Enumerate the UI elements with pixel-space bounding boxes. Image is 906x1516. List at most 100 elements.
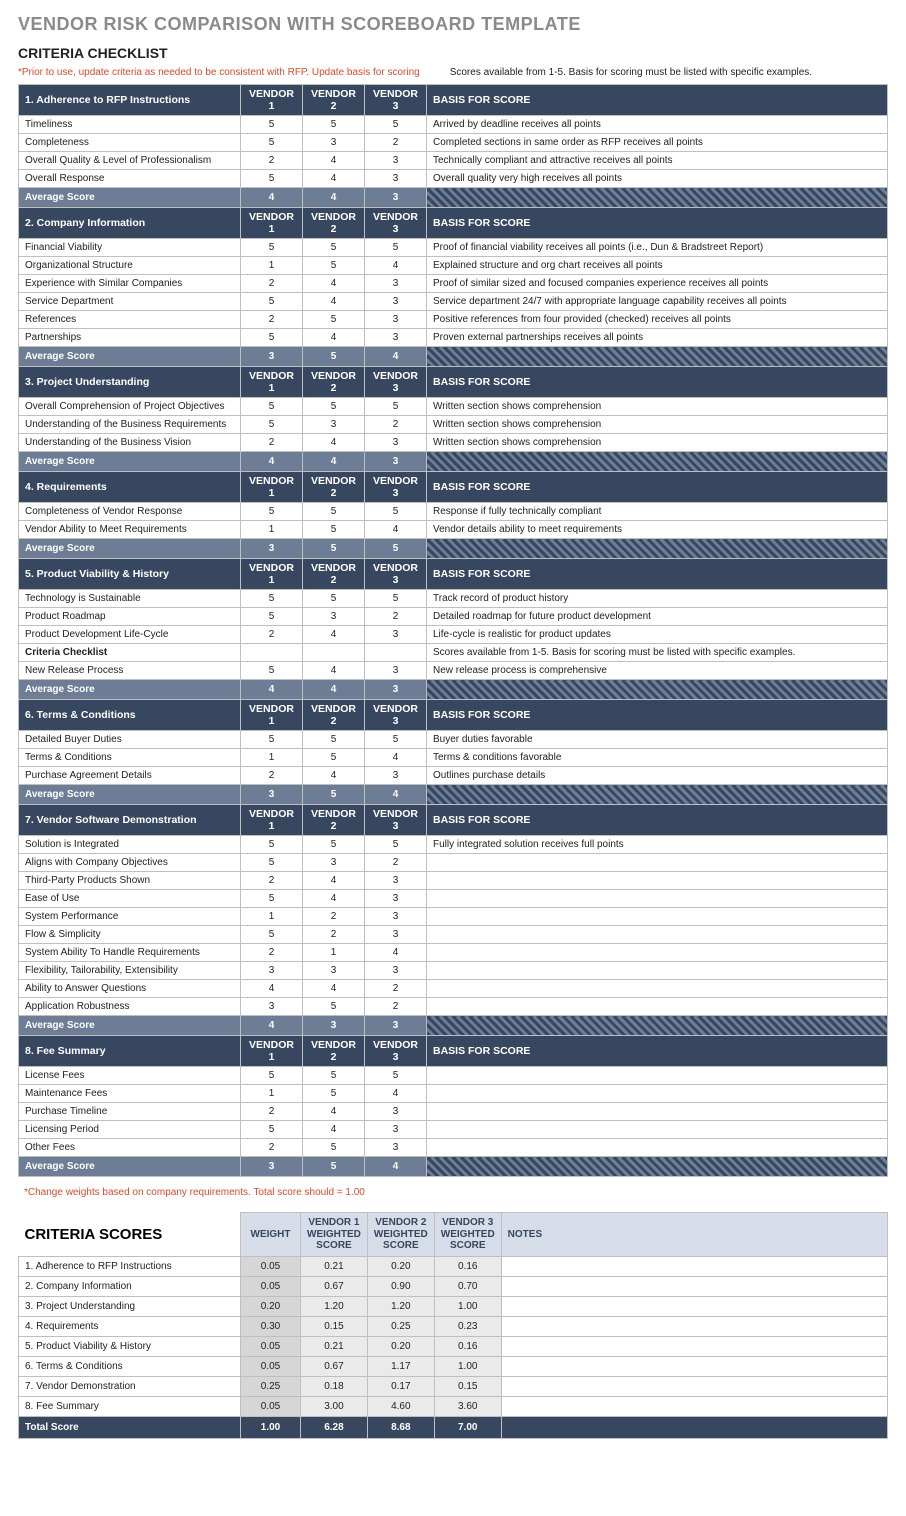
score-cell[interactable]: 5	[241, 416, 303, 434]
score-cell[interactable]: 5	[241, 836, 303, 854]
score-cell[interactable]: 2	[365, 854, 427, 872]
basis-cell[interactable]	[427, 908, 888, 926]
score-cell[interactable]: 5	[241, 503, 303, 521]
score-cell[interactable]: 3	[365, 311, 427, 329]
basis-cell[interactable]: Proof of financial viability receives al…	[427, 239, 888, 257]
basis-cell[interactable]: Positive references from four provided (…	[427, 311, 888, 329]
score-cell[interactable]: 4	[303, 626, 365, 644]
weight-cell[interactable]: 0.05	[241, 1397, 301, 1417]
score-cell[interactable]: 3	[365, 434, 427, 452]
weight-cell[interactable]: 0.05	[241, 1357, 301, 1377]
basis-cell[interactable]: Arrived by deadline receives all points	[427, 116, 888, 134]
basis-cell[interactable]: Scores available from 1-5. Basis for sco…	[427, 644, 888, 662]
score-cell[interactable]: 4	[365, 521, 427, 539]
score-cell[interactable]: 3	[365, 626, 427, 644]
score-cell[interactable]: 5	[303, 239, 365, 257]
basis-cell[interactable]: Outlines purchase details	[427, 767, 888, 785]
score-cell[interactable]: 2	[241, 767, 303, 785]
basis-cell[interactable]: Completed sections in same order as RFP …	[427, 134, 888, 152]
score-cell[interactable]: 5	[241, 890, 303, 908]
score-cell[interactable]: 5	[241, 1067, 303, 1085]
score-cell[interactable]: 4	[303, 1103, 365, 1121]
score-cell[interactable]: 1	[241, 1085, 303, 1103]
basis-cell[interactable]: Vendor details ability to meet requireme…	[427, 521, 888, 539]
score-cell[interactable]: 3	[241, 962, 303, 980]
basis-cell[interactable]	[427, 944, 888, 962]
basis-cell[interactable]	[427, 890, 888, 908]
score-cell[interactable]: 3	[303, 416, 365, 434]
score-cell[interactable]: 1	[241, 257, 303, 275]
score-cell[interactable]: 5	[241, 1121, 303, 1139]
score-cell[interactable]: 4	[303, 1121, 365, 1139]
basis-cell[interactable]: Written section shows comprehension	[427, 398, 888, 416]
score-cell[interactable]: 5	[303, 1139, 365, 1157]
score-cell[interactable]: 3	[365, 890, 427, 908]
score-cell[interactable]: 4	[303, 980, 365, 998]
score-cell[interactable]: 5	[241, 398, 303, 416]
score-cell[interactable]: 4	[365, 1085, 427, 1103]
score-cell[interactable]: 3	[365, 293, 427, 311]
basis-cell[interactable]	[427, 872, 888, 890]
score-cell[interactable]: 4	[303, 170, 365, 188]
score-cell[interactable]: 5	[241, 608, 303, 626]
score-cell[interactable]: 5	[365, 731, 427, 749]
notes-cell[interactable]	[501, 1377, 887, 1397]
score-cell[interactable]: 2	[365, 980, 427, 998]
basis-cell[interactable]: Buyer duties favorable	[427, 731, 888, 749]
score-cell[interactable]: 5	[241, 854, 303, 872]
score-cell[interactable]: 3	[303, 962, 365, 980]
score-cell[interactable]: 3	[365, 1121, 427, 1139]
score-cell[interactable]: 5	[303, 1067, 365, 1085]
basis-cell[interactable]: Terms & conditions favorable	[427, 749, 888, 767]
score-cell[interactable]: 5	[303, 590, 365, 608]
score-cell[interactable]: 2	[365, 416, 427, 434]
score-cell[interactable]: 3	[365, 926, 427, 944]
score-cell[interactable]: 3	[365, 170, 427, 188]
basis-cell[interactable]	[427, 1121, 888, 1139]
basis-cell[interactable]	[427, 854, 888, 872]
score-cell[interactable]: 5	[241, 134, 303, 152]
score-cell[interactable]: 4	[303, 275, 365, 293]
score-cell[interactable]: 4	[303, 293, 365, 311]
score-cell[interactable]: 5	[241, 590, 303, 608]
score-cell[interactable]: 1	[303, 944, 365, 962]
score-cell[interactable]: 5	[303, 257, 365, 275]
score-cell[interactable]: 2	[241, 1103, 303, 1121]
basis-cell[interactable]: Proof of similar sized and focused compa…	[427, 275, 888, 293]
score-cell[interactable]: 5	[303, 116, 365, 134]
basis-cell[interactable]: Service department 24/7 with appropriate…	[427, 293, 888, 311]
score-cell[interactable]: 5	[365, 590, 427, 608]
basis-cell[interactable]	[427, 1085, 888, 1103]
score-cell[interactable]: 2	[241, 944, 303, 962]
weight-cell[interactable]: 0.20	[241, 1297, 301, 1317]
score-cell[interactable]: 2	[241, 872, 303, 890]
score-cell[interactable]: 5	[303, 998, 365, 1016]
score-cell[interactable]: 3	[365, 275, 427, 293]
score-cell[interactable]: 3	[365, 1103, 427, 1121]
score-cell[interactable]: 1	[241, 521, 303, 539]
notes-cell[interactable]	[501, 1257, 887, 1277]
score-cell[interactable]: 1	[241, 749, 303, 767]
score-cell[interactable]: 3	[365, 872, 427, 890]
basis-cell[interactable]: Overall quality very high receives all p…	[427, 170, 888, 188]
basis-cell[interactable]	[427, 1103, 888, 1121]
score-cell[interactable]: 2	[365, 134, 427, 152]
score-cell[interactable]: 5	[241, 662, 303, 680]
score-cell[interactable]: 5	[241, 731, 303, 749]
score-cell[interactable]: 5	[365, 398, 427, 416]
score-cell[interactable]: 2	[365, 998, 427, 1016]
score-cell[interactable]: 5	[241, 293, 303, 311]
notes-cell[interactable]	[501, 1337, 887, 1357]
basis-cell[interactable]	[427, 1139, 888, 1157]
score-cell[interactable]: 5	[365, 239, 427, 257]
score-cell[interactable]: 4	[365, 944, 427, 962]
score-cell[interactable]: 1	[241, 908, 303, 926]
score-cell[interactable]: 5	[303, 1085, 365, 1103]
score-cell[interactable]: 5	[365, 116, 427, 134]
score-cell[interactable]: 4	[241, 980, 303, 998]
basis-cell[interactable]: Track record of product history	[427, 590, 888, 608]
weight-cell[interactable]: 0.25	[241, 1377, 301, 1397]
score-cell[interactable]: 5	[303, 836, 365, 854]
score-cell[interactable]	[365, 644, 427, 662]
score-cell[interactable]: 2	[241, 434, 303, 452]
